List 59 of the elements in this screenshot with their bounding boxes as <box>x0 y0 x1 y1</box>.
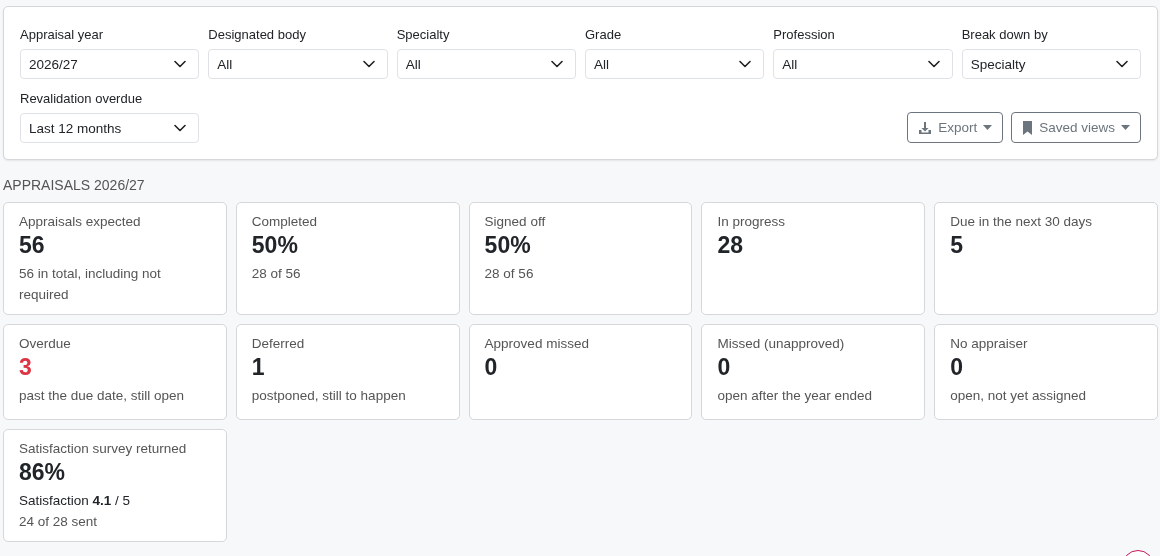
stat-value: 28 <box>717 232 744 259</box>
chevron-down-icon <box>362 60 375 68</box>
chevron-down-icon <box>739 60 752 68</box>
card-title: Missed (unapproved) <box>717 336 846 351</box>
card-note: postponed, still to happen <box>251 387 407 405</box>
select-field[interactable]: All <box>773 49 953 79</box>
select-field[interactable]: Specialty <box>961 49 1141 79</box>
card-title: Appraisals expected <box>19 214 142 229</box>
select-field[interactable]: All <box>208 49 388 79</box>
chevron-down-icon <box>927 60 940 68</box>
field-label: Revalidation overdue <box>20 91 144 106</box>
caret-icon <box>1121 125 1130 130</box>
stat-value: 56 <box>19 232 46 259</box>
chevron-down-icon <box>1116 60 1128 68</box>
card-title: Signed off <box>484 214 547 229</box>
card-title: Satisfaction survey returned <box>19 441 188 456</box>
field-label: Break down by <box>961 27 1049 42</box>
card-title: Approved missed <box>484 336 590 351</box>
select-field[interactable]: 2026/27 <box>20 49 200 79</box>
stat-value: 50% <box>251 232 299 259</box>
bookmark-icon <box>1022 120 1034 135</box>
card-title: In progress <box>717 214 786 229</box>
card-note: past the due date, still open <box>19 387 186 405</box>
select-field[interactable]: Last 12 months <box>20 113 200 143</box>
dropdown-button[interactable]: Saved views <box>1011 112 1141 143</box>
rating-text: Satisfaction 4.1 / 5 <box>19 492 132 510</box>
card-note: 28 of 56 <box>251 265 302 283</box>
card-note: 28 of 56 <box>484 265 535 283</box>
card-title: Completed <box>251 214 319 229</box>
caret-icon <box>983 125 993 130</box>
stat-value: 3 <box>19 354 33 381</box>
field-label: Specialty <box>396 27 451 42</box>
select-field[interactable]: All <box>396 49 576 79</box>
stat-value: 5 <box>950 232 964 259</box>
section-heading: APPRAISALS 2026/27 <box>3 177 146 193</box>
field-label: Appraisal year <box>20 27 105 42</box>
chevron-down-icon <box>174 124 187 132</box>
field-label: Grade <box>585 27 623 42</box>
card-title: Due in the next 30 days <box>950 214 1094 229</box>
dropdown-button[interactable]: Export <box>907 112 1004 143</box>
card-note: 24 of 28 sent <box>19 513 99 531</box>
stat-value: 86% <box>19 459 67 486</box>
card-note: 56 in total, including not required <box>19 265 162 304</box>
card-note: open after the year ended <box>717 387 873 405</box>
card-title: Deferred <box>251 336 306 351</box>
card-title: Overdue <box>19 336 72 351</box>
stat-value: 0 <box>950 354 964 381</box>
stat-value: 0 <box>717 354 732 381</box>
card-title: No appraiser <box>950 336 1029 351</box>
select-field[interactable]: All <box>585 49 765 79</box>
stat-value: 1 <box>251 354 266 381</box>
stat-value: 0 <box>484 354 499 381</box>
card-note: open, not yet assigned <box>950 387 1088 405</box>
chevron-down-icon <box>551 60 563 68</box>
chevron-down-icon <box>174 60 187 68</box>
field-label: Designated body <box>208 27 307 42</box>
field-label: Profession <box>773 27 836 42</box>
stat-value: 50% <box>484 232 532 259</box>
download-icon <box>918 120 933 135</box>
